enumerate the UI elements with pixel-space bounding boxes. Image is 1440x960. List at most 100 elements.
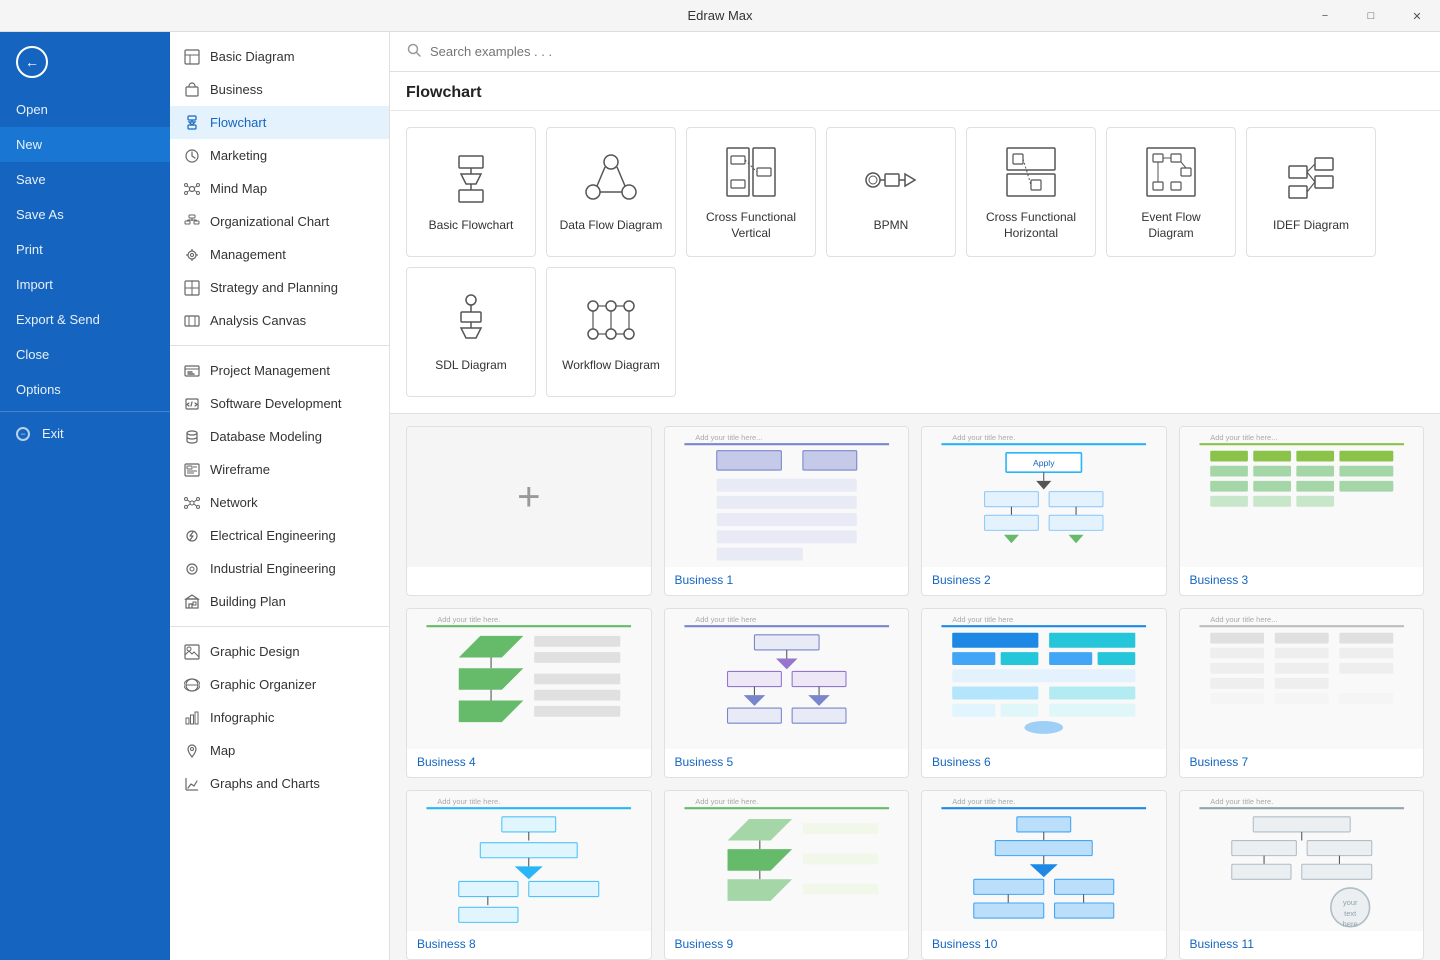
sidebar-item-open[interactable]: Open bbox=[0, 92, 170, 127]
close-label: Close bbox=[16, 347, 49, 362]
idef-icon bbox=[1281, 150, 1341, 210]
business2-label: Business 2 bbox=[922, 567, 1166, 595]
category-project-mgmt[interactable]: Project Management bbox=[170, 354, 389, 387]
category-software-dev[interactable]: Software Development bbox=[170, 387, 389, 420]
category-flowchart[interactable]: Flowchart bbox=[170, 106, 389, 139]
project-mgmt-label: Project Management bbox=[210, 363, 330, 378]
category-industrial[interactable]: Industrial Engineering bbox=[170, 552, 389, 585]
project-mgmt-icon bbox=[182, 361, 202, 381]
category-network[interactable]: Network bbox=[170, 486, 389, 519]
new-template-thumb: + bbox=[407, 427, 651, 567]
diagram-type-event-flow[interactable]: Event Flow Diagram bbox=[1106, 127, 1236, 257]
bpmn-label: BPMN bbox=[874, 218, 909, 234]
sidebar-item-export[interactable]: Export & Send bbox=[0, 302, 170, 337]
sidebar-item-new[interactable]: New bbox=[0, 127, 170, 162]
template-card-business7[interactable]: Add your title here... bbox=[1179, 608, 1425, 778]
category-org-chart[interactable]: Organizational Chart bbox=[170, 205, 389, 238]
business6-thumb: Add your title here bbox=[922, 609, 1166, 749]
business4-label: Business 4 bbox=[407, 749, 651, 777]
category-wireframe[interactable]: Wireframe bbox=[170, 453, 389, 486]
diagram-type-cross-functional-h[interactable]: Cross Functional Horizontal bbox=[966, 127, 1096, 257]
bpmn-icon bbox=[861, 150, 921, 210]
template-card-business9[interactable]: Add your title here. bbox=[664, 790, 910, 960]
business7-label: Business 7 bbox=[1180, 749, 1424, 777]
content-area: Basic Diagram Business Flowchart Marketi… bbox=[170, 32, 1440, 960]
template-card-business5[interactable]: Add your title here bbox=[664, 608, 910, 778]
business-label: Business bbox=[210, 82, 263, 97]
graphs-charts-label: Graphs and Charts bbox=[210, 776, 320, 791]
back-button[interactable]: ← bbox=[0, 32, 170, 92]
category-basic-diagram[interactable]: Basic Diagram bbox=[170, 40, 389, 73]
template-card-business6[interactable]: Add your title here bbox=[921, 608, 1167, 778]
business11-thumb: Add your title here. bbox=[1180, 791, 1424, 931]
map-icon bbox=[182, 741, 202, 761]
business4-thumb: Add your title here. bbox=[407, 609, 651, 749]
svg-text:Add your title here...: Add your title here... bbox=[1210, 433, 1277, 442]
sidebar-item-options[interactable]: Options bbox=[0, 372, 170, 407]
category-mind-map[interactable]: Mind Map bbox=[170, 172, 389, 205]
sidebar-item-close[interactable]: Close bbox=[0, 337, 170, 372]
svg-text:Add your title here.: Add your title here. bbox=[695, 797, 758, 806]
template-card-business1[interactable]: Add your title here... B bbox=[664, 426, 910, 596]
business5-thumb: Add your title here bbox=[665, 609, 909, 749]
category-management[interactable]: Management bbox=[170, 238, 389, 271]
sidebar-item-import[interactable]: Import bbox=[0, 267, 170, 302]
category-database[interactable]: Database Modeling bbox=[170, 420, 389, 453]
electrical-label: Electrical Engineering bbox=[210, 528, 336, 543]
exit-label: Exit bbox=[42, 426, 64, 441]
diagram-type-cross-functional-v[interactable]: Cross Functional Vertical bbox=[686, 127, 816, 257]
diagram-type-basic-flowchart[interactable]: Basic Flowchart bbox=[406, 127, 536, 257]
template-card-business8[interactable]: Add your title here. bbox=[406, 790, 652, 960]
category-analysis[interactable]: Analysis Canvas bbox=[170, 304, 389, 337]
maximize-button[interactable]: □ bbox=[1348, 0, 1394, 32]
basic-flowchart-label: Basic Flowchart bbox=[429, 218, 514, 234]
sidebar-item-save-as[interactable]: Save As bbox=[0, 197, 170, 232]
sidebar-item-print[interactable]: Print bbox=[0, 232, 170, 267]
template-card-business10[interactable]: Add your title here. bbox=[921, 790, 1167, 960]
cross-functional-h-label: Cross Functional Horizontal bbox=[977, 210, 1085, 241]
search-input[interactable] bbox=[430, 44, 1424, 59]
save-label: Save bbox=[16, 172, 46, 187]
close-button[interactable]: ✕ bbox=[1394, 0, 1440, 32]
window-controls: − □ ✕ bbox=[1302, 0, 1440, 32]
diagram-type-data-flow[interactable]: Data Flow Diagram bbox=[546, 127, 676, 257]
diagram-type-idef[interactable]: IDEF Diagram bbox=[1246, 127, 1376, 257]
minimize-button[interactable]: − bbox=[1302, 0, 1348, 32]
category-graphic-design[interactable]: Graphic Design bbox=[170, 635, 389, 668]
svg-text:Add your title here...: Add your title here... bbox=[1210, 615, 1277, 624]
category-separator-1 bbox=[170, 345, 389, 346]
svg-text:your: your bbox=[1342, 898, 1357, 907]
business3-thumb: Add your title here... bbox=[1180, 427, 1424, 567]
business-icon bbox=[182, 80, 202, 100]
business6-label: Business 6 bbox=[922, 749, 1166, 777]
template-card-business3[interactable]: Add your title here... bbox=[1179, 426, 1425, 596]
category-marketing[interactable]: Marketing bbox=[170, 139, 389, 172]
analysis-icon bbox=[182, 311, 202, 331]
template-card-business11[interactable]: Add your title here. bbox=[1179, 790, 1425, 960]
category-map[interactable]: Map bbox=[170, 734, 389, 767]
template-card-new[interactable]: + bbox=[406, 426, 652, 596]
category-strategy[interactable]: Strategy and Planning bbox=[170, 271, 389, 304]
category-graphic-organizer[interactable]: Graphic Organizer bbox=[170, 668, 389, 701]
templates-grid: + Add your title here... bbox=[406, 426, 1424, 960]
diagram-type-workflow[interactable]: Workflow Diagram bbox=[546, 267, 676, 397]
basic-diagram-label: Basic Diagram bbox=[210, 49, 295, 64]
graphic-design-label: Graphic Design bbox=[210, 644, 300, 659]
sidebar-item-save[interactable]: Save bbox=[0, 162, 170, 197]
category-building[interactable]: Building Plan bbox=[170, 585, 389, 618]
business9-thumb: Add your title here. bbox=[665, 791, 909, 931]
diagram-type-sdl[interactable]: SDL Diagram bbox=[406, 267, 536, 397]
diagram-type-bpmn[interactable]: BPMN bbox=[826, 127, 956, 257]
category-electrical[interactable]: Electrical Engineering bbox=[170, 519, 389, 552]
category-graphs-charts[interactable]: Graphs and Charts bbox=[170, 767, 389, 800]
business5-label: Business 5 bbox=[665, 749, 909, 777]
template-card-business4[interactable]: Add your title here. bbox=[406, 608, 652, 778]
svg-text:Add your title here.: Add your title here. bbox=[952, 797, 1015, 806]
category-infographic[interactable]: Infographic bbox=[170, 701, 389, 734]
sidebar-item-exit[interactable]: − Exit bbox=[0, 416, 170, 451]
template-card-business2[interactable]: Add your title here. Apply bbox=[921, 426, 1167, 596]
strategy-label: Strategy and Planning bbox=[210, 280, 338, 295]
category-business[interactable]: Business bbox=[170, 73, 389, 106]
wireframe-icon bbox=[182, 460, 202, 480]
main-panel: Flowchart Basic Flowchart bbox=[390, 32, 1440, 960]
